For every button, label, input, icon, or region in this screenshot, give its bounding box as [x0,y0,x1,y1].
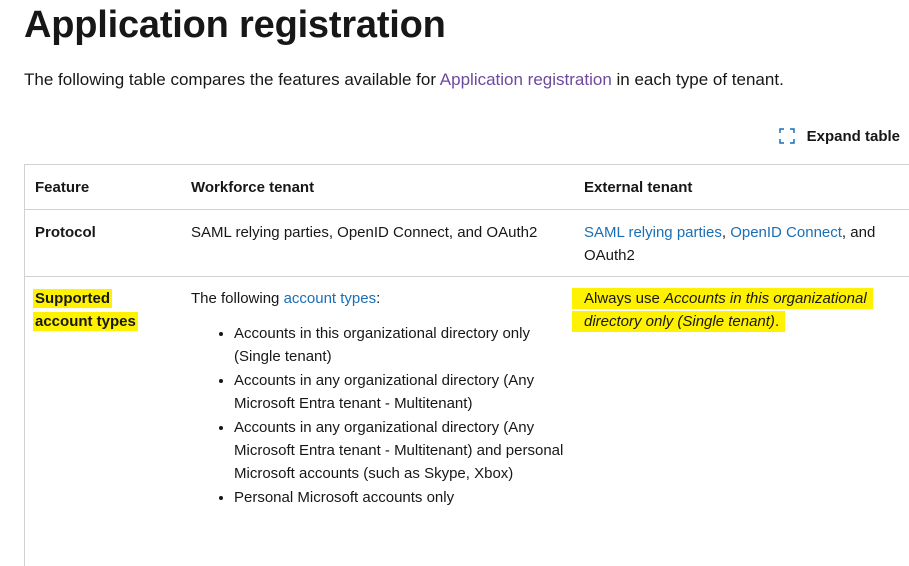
expand-icon [777,126,797,146]
account-types-list: Accounts in this organizational director… [191,322,564,509]
highlighted-external-text: Always use Accounts in this organization… [572,288,873,332]
saml-relying-parties-link[interactable]: SAML relying parties [584,224,722,241]
expand-table-button[interactable]: Expand table [777,126,900,146]
header-workforce-tenant: Workforce tenant [181,165,574,210]
intro-paragraph: The following table compares the feature… [24,68,784,92]
list-item: Personal Microsoft accounts only [234,486,564,509]
workforce-cell-account-types: The following account types: Accounts in… [181,277,574,511]
intro-text-after: in each type of tenant. [611,70,784,89]
header-feature: Feature [25,165,181,210]
comparison-table: Feature Workforce tenant External tenant… [25,165,909,510]
account-types-intro-after: : [376,290,381,307]
highlighted-feature-label: Supported account types [33,289,138,331]
header-external-tenant: External tenant [574,165,909,210]
feature-cell-protocol: Protocol [25,209,181,277]
account-types-intro-before: The following [191,290,284,307]
table-row-protocol: Protocol SAML relying parties, OpenID Co… [25,209,909,277]
table-row-supported-account-types: Supported account types The following ac… [25,277,909,511]
external-text-after: . [774,313,780,330]
intro-text-before: The following table compares the feature… [24,70,440,89]
list-item: Accounts in any organizational directory… [234,416,564,485]
workforce-cell-protocol: SAML relying parties, OpenID Connect, an… [181,209,574,277]
external-cell-account-types: Always use Accounts in this organization… [572,277,909,511]
list-item: Accounts in any organizational directory… [234,369,564,415]
account-types-intro: The following account types: [191,287,564,310]
page-title: Application registration [24,4,446,46]
application-registration-link[interactable]: Application registration [440,70,612,89]
expand-table-label: Expand table [806,127,900,145]
external-cell-protocol: SAML relying parties, OpenID Connect, an… [574,209,909,277]
list-item: Accounts in this organizational director… [234,322,564,368]
openid-connect-link[interactable]: OpenID Connect [730,224,842,241]
feature-cell-account-types: Supported account types [25,277,181,511]
external-text-before: Always use [584,290,665,307]
comparison-table-container: Feature Workforce tenant External tenant… [24,164,909,566]
account-types-link[interactable]: account types [284,290,377,307]
protocol-separator-1: , [721,224,731,241]
table-header-row: Feature Workforce tenant External tenant [25,165,909,210]
